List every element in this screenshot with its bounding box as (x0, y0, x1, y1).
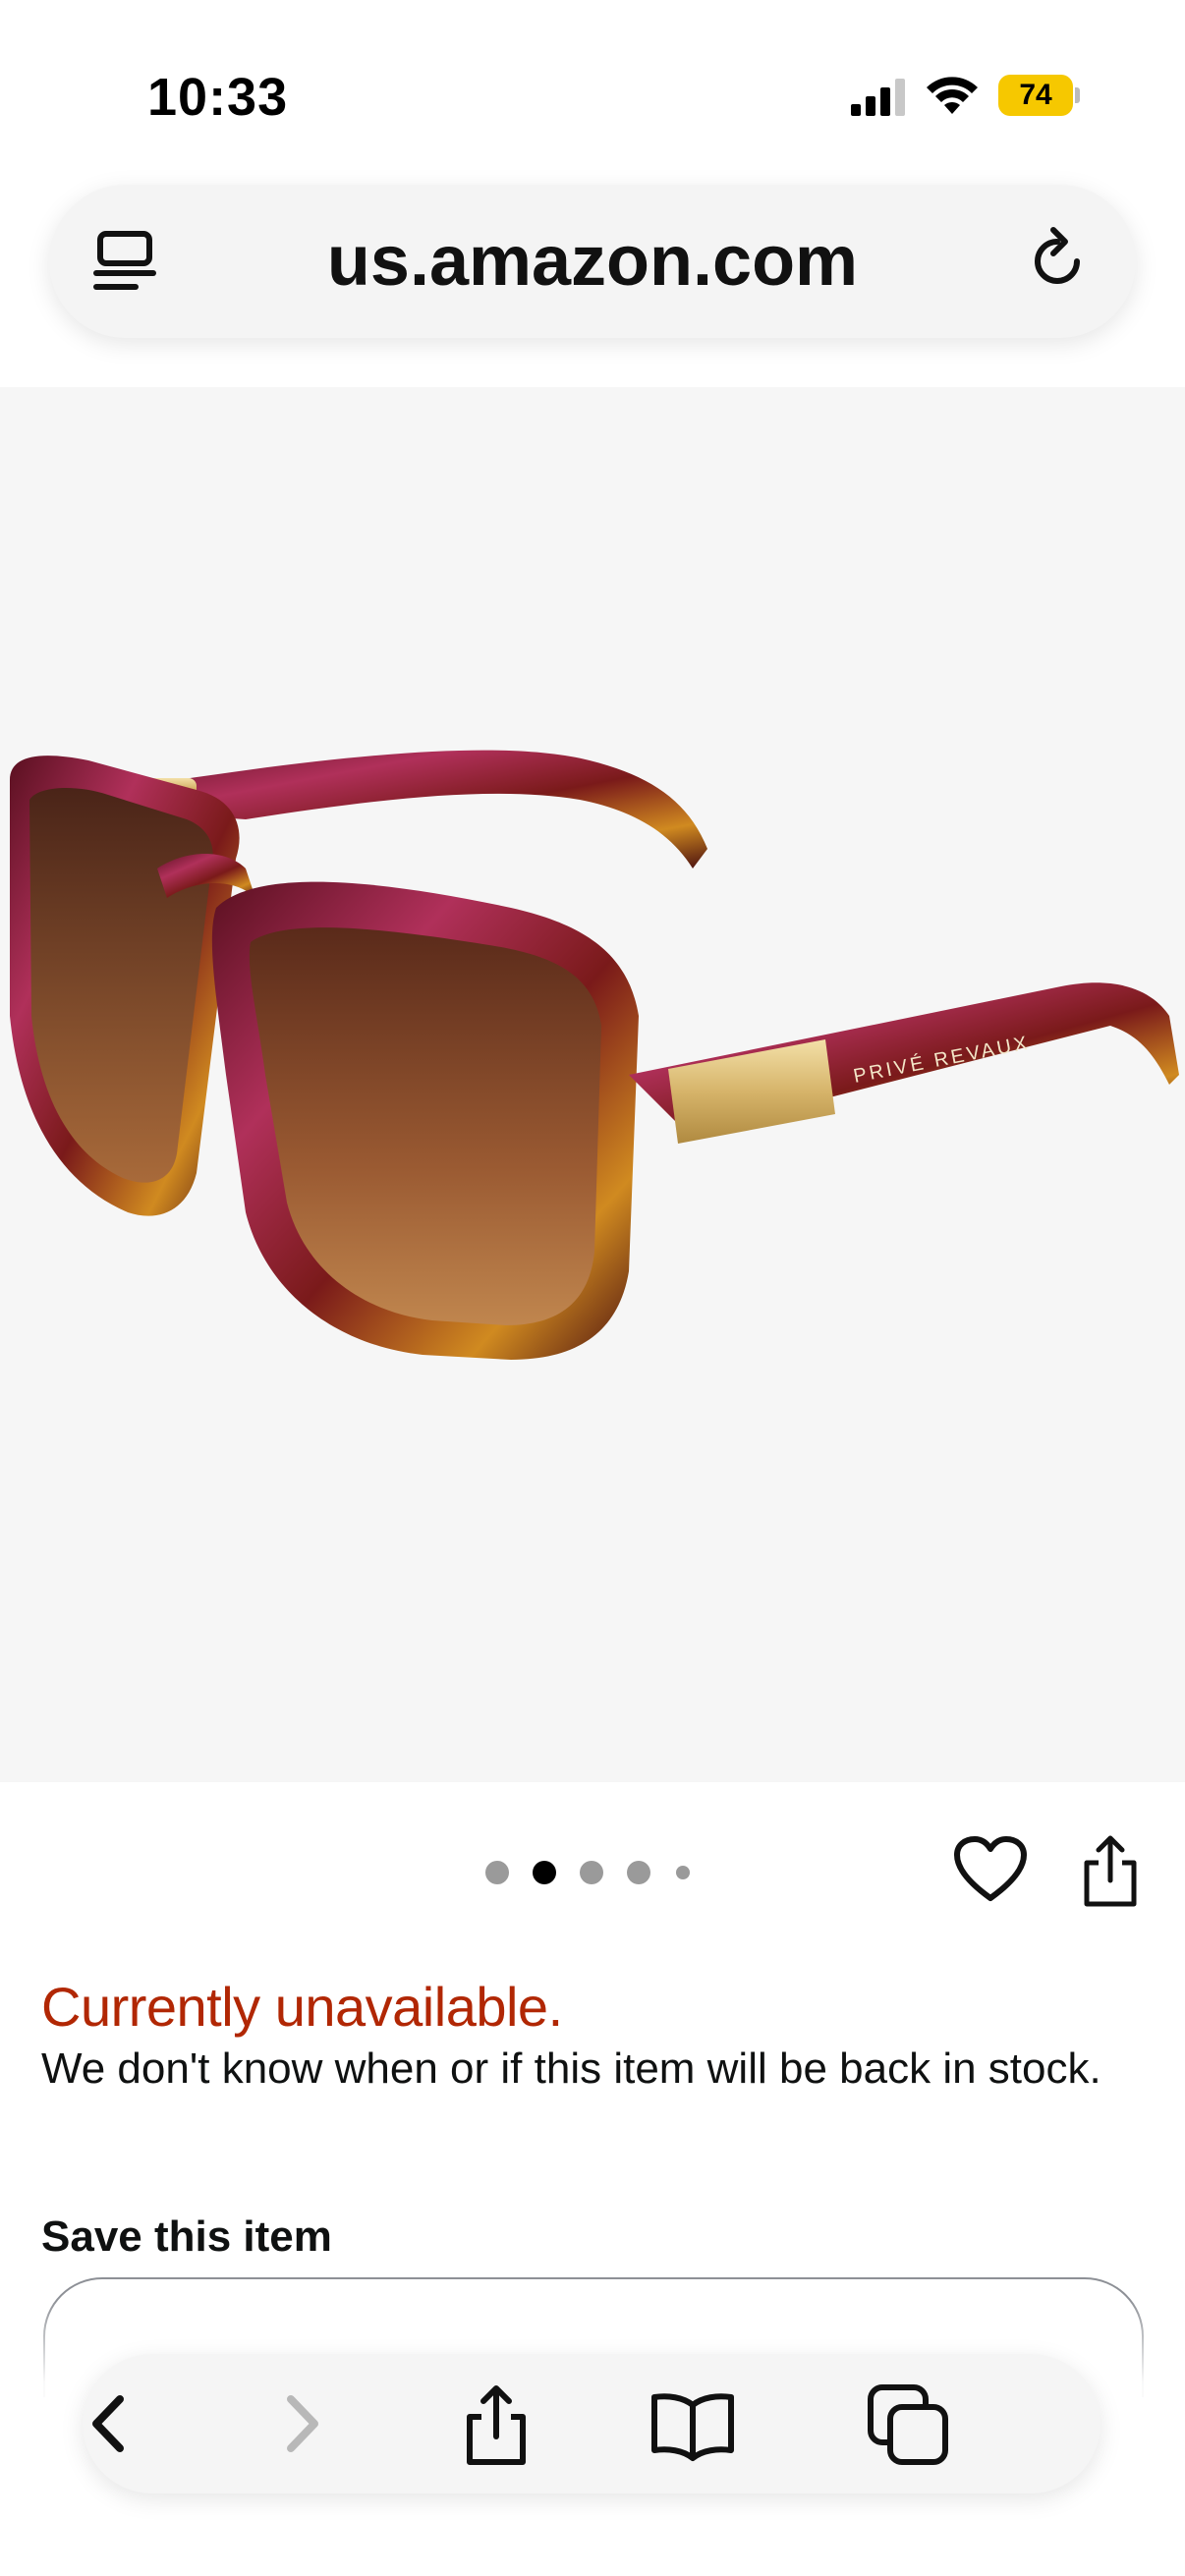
cellular-signal-icon (851, 79, 905, 116)
save-item-title: Save this item (41, 2212, 332, 2261)
product-image-carousel[interactable]: PRIVÉ REVAUX (0, 387, 1185, 1782)
share-icon[interactable] (1081, 1833, 1140, 1908)
carousel-dot-2-active[interactable] (533, 1861, 556, 1884)
toolbar-share-icon[interactable] (452, 2380, 540, 2468)
browser-toolbar (83, 2354, 1100, 2493)
back-icon[interactable] (83, 2380, 171, 2468)
battery-indicator: 74 (998, 75, 1080, 116)
battery-level: 74 (1019, 79, 1052, 111)
availability-message: We don't know when or if this item will … (41, 2044, 1101, 2093)
reload-icon[interactable] (1020, 224, 1095, 299)
heart-icon[interactable] (953, 1835, 1028, 1904)
status-time: 10:33 (147, 68, 289, 127)
status-bar: 10:33 74 (0, 0, 1185, 187)
address-bar[interactable]: us.amazon.com (49, 185, 1136, 338)
availability-status: Currently unavailable. (41, 1976, 563, 2038)
tabs-icon[interactable] (865, 2380, 953, 2468)
product-image-sunglasses[interactable]: PRIVÉ REVAUX (0, 387, 1185, 1782)
wifi-icon (927, 77, 978, 114)
carousel-dot-5[interactable] (676, 1866, 690, 1879)
carousel-dot-3[interactable] (580, 1861, 603, 1884)
carousel-dot-4[interactable] (627, 1861, 650, 1884)
bookmarks-icon[interactable] (649, 2380, 737, 2468)
battery-nub (1075, 87, 1080, 103)
forward-icon[interactable] (259, 2380, 348, 2468)
carousel-dot-1[interactable] (485, 1861, 509, 1884)
url-text[interactable]: us.amazon.com (49, 185, 1136, 338)
